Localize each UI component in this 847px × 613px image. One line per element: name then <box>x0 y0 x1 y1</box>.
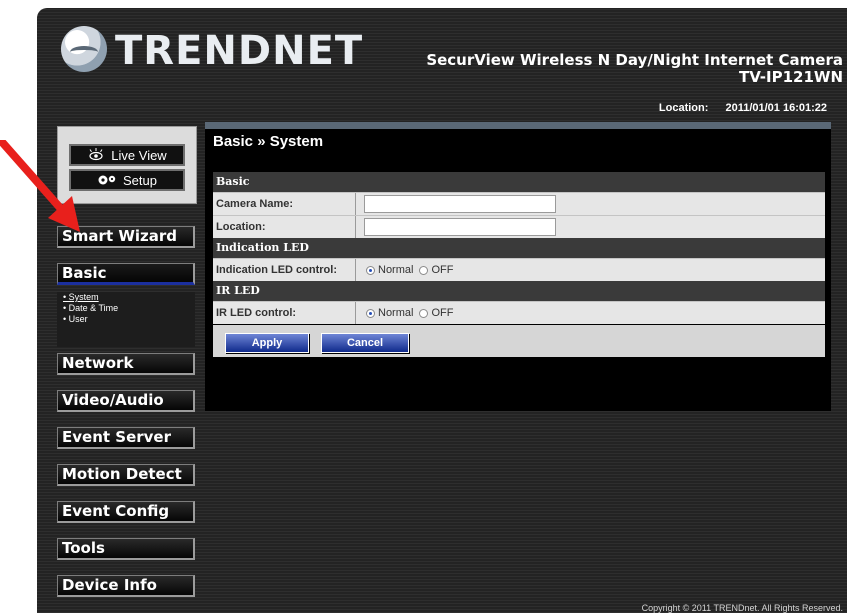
cancel-button[interactable]: Cancel <box>321 333 409 353</box>
camera-name-label: Camera Name: <box>213 193 356 215</box>
indication-led-normal-label: Normal <box>378 264 414 276</box>
copyright-text: Copyright © 2011 TRENDnet. All Rights Re… <box>641 603 843 613</box>
ir-led-radio-group: Normal OFF <box>366 302 459 324</box>
page-title: Basic » System <box>213 133 324 150</box>
gears-icon <box>98 175 116 185</box>
setup-label: Setup <box>123 172 157 188</box>
ir-led-normal-radio[interactable] <box>366 308 375 318</box>
nav-video-audio[interactable]: Video/Audio <box>57 390 195 412</box>
camera-name-input[interactable] <box>364 195 556 213</box>
ir-led-off-radio[interactable] <box>419 308 429 318</box>
content-panel: Basic » System Basic Camera Name: Locati… <box>205 122 831 411</box>
nav-tools[interactable]: Tools <box>57 538 195 560</box>
product-model: TV-IP121WN <box>739 68 843 86</box>
indication-led-normal-radio[interactable] <box>366 265 375 275</box>
product-title: SecurView Wireless N Day/Night Internet … <box>426 52 843 86</box>
location-label: Location: <box>658 102 709 114</box>
basic-submenu: • System • Date & Time • User <box>57 292 195 347</box>
ir-led-off-label: OFF <box>431 307 454 319</box>
header: TRENDNET SecurView Wireless N Day/Night … <box>37 8 847 120</box>
section-ir-led: IR LED <box>213 281 825 301</box>
product-line: SecurView Wireless N Day/Night Internet … <box>426 51 843 69</box>
submenu-item-user[interactable]: • User <box>57 314 195 325</box>
nav-event-server[interactable]: Event Server <box>57 427 195 449</box>
ir-led-normal-label: Normal <box>378 307 414 319</box>
datetime-readout: 2011/01/01 16:01:22 <box>725 102 827 114</box>
annotation-arrow-icon <box>0 140 80 232</box>
section-basic: Basic <box>213 172 825 192</box>
nav-network[interactable]: Network <box>57 353 195 375</box>
action-bar: Apply Cancel <box>213 325 825 357</box>
indication-led-row: Indication LED control: Normal OFF <box>213 258 825 281</box>
section-indication-led: Indication LED <box>213 238 825 258</box>
indication-led-label: Indication LED control: <box>213 259 356 281</box>
nav-motion-detect[interactable]: Motion Detect <box>57 464 195 486</box>
indication-led-off-radio[interactable] <box>419 265 429 275</box>
nav-device-info[interactable]: Device Info <box>57 575 195 597</box>
location-row: Location: <box>213 215 825 238</box>
apply-button[interactable]: Apply <box>225 333 309 353</box>
camera-name-row: Camera Name: <box>213 192 825 215</box>
submenu-item-date-time[interactable]: • Date & Time <box>57 303 195 314</box>
app-window: TRENDNET SecurView Wireless N Day/Night … <box>37 8 847 613</box>
nav-event-config[interactable]: Event Config <box>57 501 195 523</box>
brand-logo: TRENDNET <box>115 28 364 74</box>
submenu-item-system[interactable]: • System <box>57 292 195 303</box>
ir-led-row: IR LED control: Normal OFF <box>213 301 825 324</box>
indication-led-radio-group: Normal OFF <box>366 259 459 281</box>
location-input[interactable] <box>364 218 556 236</box>
ir-led-label: IR LED control: <box>213 302 356 324</box>
indication-led-off-label: OFF <box>431 264 454 276</box>
location-field-label: Location: <box>213 216 356 238</box>
nav-basic[interactable]: Basic <box>57 263 195 285</box>
location-bar: Location: 2011/01/01 16:01:22 <box>659 102 827 114</box>
live-view-label: Live View <box>111 147 167 163</box>
trendnet-logo-icon <box>61 26 107 72</box>
